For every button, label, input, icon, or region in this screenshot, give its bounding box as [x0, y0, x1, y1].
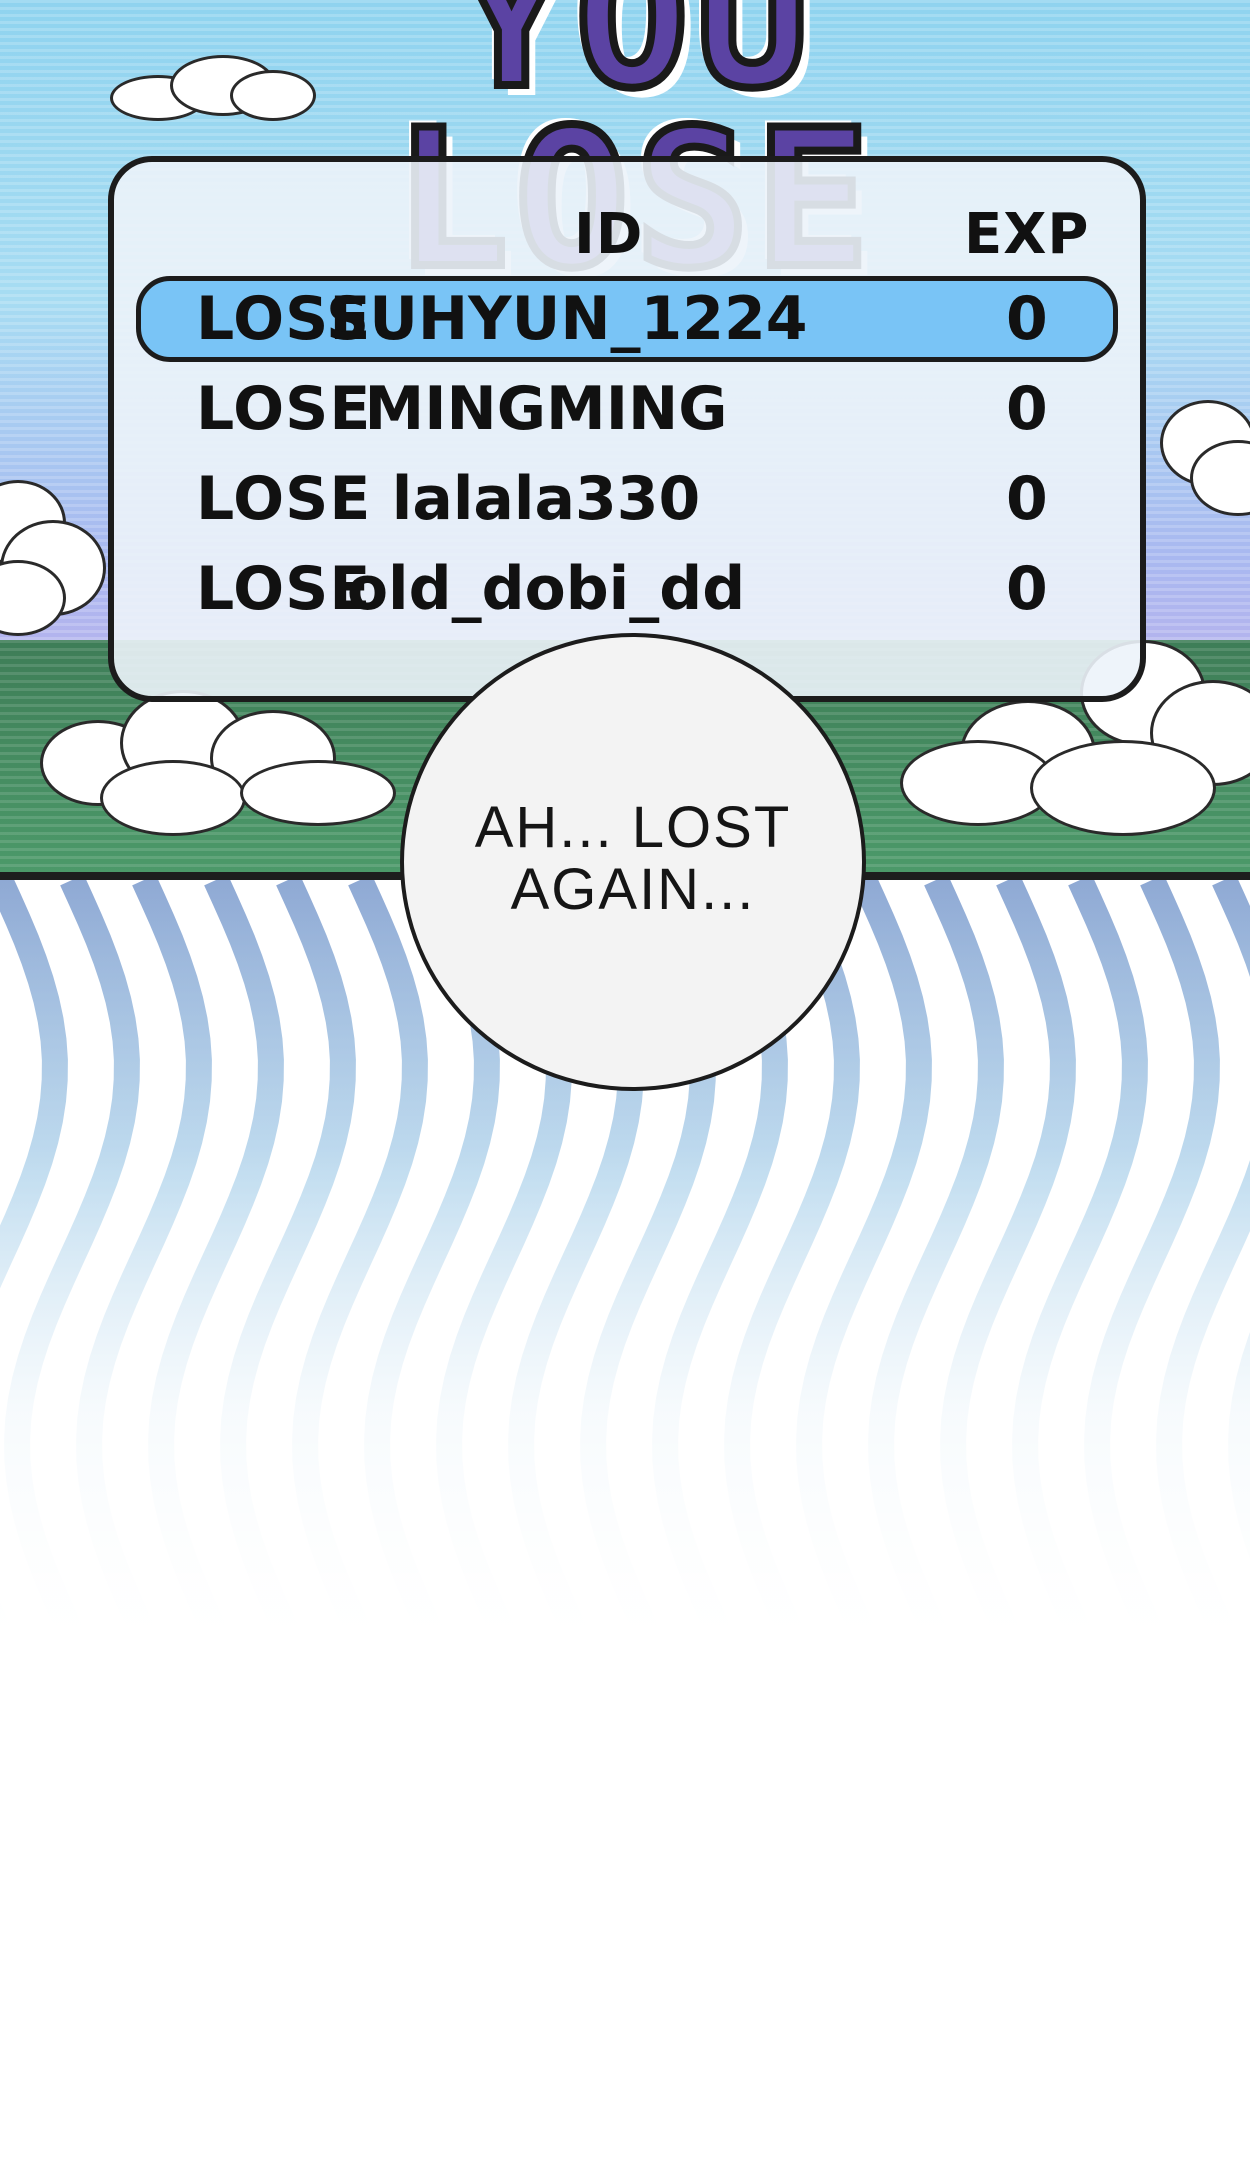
- row-player-id: lalala330: [391, 464, 701, 534]
- table-row: LOSE lalala330 0: [136, 456, 1118, 542]
- cloud-left: [0, 460, 110, 640]
- table-row: LOSE MINGMING 0: [136, 366, 1118, 452]
- table-row: LOSE old_dobi_dd 0: [136, 546, 1118, 632]
- column-header-exp: EXP: [964, 202, 1090, 267]
- row-exp: 0: [1006, 554, 1048, 624]
- speech-line-2: AGAIN...: [510, 857, 756, 922]
- speech-bubble-text: AH... LOST AGAIN...: [404, 797, 862, 921]
- cloud-bottom-left: [40, 680, 400, 836]
- row-player-id: MINGMING: [364, 374, 728, 444]
- you-lose-title: YOU LOSE: [390, 0, 874, 299]
- row-player-id: old_dobi_dd: [346, 554, 746, 624]
- row-exp: 0: [1006, 374, 1048, 444]
- row-player-id: SUHYUN_1224: [326, 284, 808, 354]
- row-exp: 0: [1006, 464, 1048, 534]
- column-header-id: ID: [574, 202, 644, 267]
- scoreboard: ID EXP LOSE SUHYUN_1224 0 LOSE MINGMING …: [108, 156, 1146, 702]
- cloud-right: [1150, 390, 1250, 516]
- speech-bubble: AH... LOST AGAIN...: [400, 633, 866, 1091]
- table-row: LOSE SUHYUN_1224 0: [136, 276, 1118, 362]
- row-exp: 0: [1006, 284, 1048, 354]
- speech-line-1: AH... LOST: [474, 795, 792, 860]
